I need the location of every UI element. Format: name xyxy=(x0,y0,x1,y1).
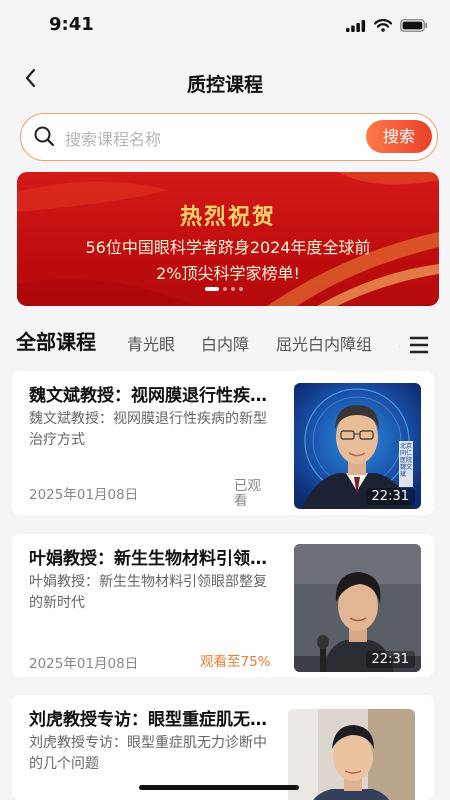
battery-icon xyxy=(400,19,428,32)
banner-title: 热烈祝贺 xyxy=(179,205,276,230)
course-description: 魏文斌教授：视网膜退行性疾病的新型治疗方式 xyxy=(29,411,267,448)
course-date: 2025年01月08日 xyxy=(29,487,139,503)
pagination-dot[interactable] xyxy=(231,287,235,291)
thumbnail-caption: 北京同仁医院 魏文斌 xyxy=(400,443,413,478)
course-date: 2025年01月08日 xyxy=(29,656,139,672)
promo-banner[interactable]: 热烈祝贺 56位中国眼科学者跻身2024年度全球前 2%顶尖科学家榜单! xyxy=(17,172,439,306)
wifi-icon xyxy=(374,19,392,32)
watch-status: 已观看 xyxy=(234,478,261,509)
banner-pagination xyxy=(205,287,243,291)
category-tabs: 全部课程 青光眼 白内障 屈光白内障组 视 xyxy=(0,320,450,360)
search-icon xyxy=(34,126,55,147)
course-thumbnail xyxy=(288,709,415,800)
tab-cataract[interactable]: 白内障 xyxy=(201,331,249,355)
course-card[interactable]: 魏文斌教授：视网膜退行性疾病的新型治疗方式 魏文斌教授：视网膜退行性疾病的新型治… xyxy=(12,371,434,515)
course-card[interactable]: 叶娟教授：新生生物材料引领眼部整复的新时代 叶娟教授：新生生物材料引领眼部整复的… xyxy=(12,534,434,677)
nav-bar: 质控课程 xyxy=(0,56,450,108)
video-duration: 22:31 xyxy=(365,651,415,668)
course-description: 叶娟教授：新生生物材料引领眼部整复的新时代 xyxy=(29,574,267,611)
pagination-dot[interactable] xyxy=(239,287,243,291)
page-title: 质控课程 xyxy=(186,74,263,96)
tab-glaucoma[interactable]: 青光眼 xyxy=(127,331,175,355)
status-bar: 9:41 xyxy=(0,0,450,48)
course-thumbnail: 北京同仁医院 魏文斌 22:31 xyxy=(294,383,421,509)
banner-subtitle-line1: 56位中国眼科学者跻身2024年度全球前 xyxy=(85,238,371,257)
course-title: 叶娟教授：新生生物材料引领眼部整复的新时代 xyxy=(29,549,279,569)
course-thumbnail: 22:31 xyxy=(294,544,421,672)
pagination-dot[interactable] xyxy=(223,287,227,291)
course-title: 刘虎教授专访：眼型重症肌无力诊断中的几个问题 xyxy=(29,710,279,730)
speaker-photo xyxy=(288,709,415,800)
pagination-dot[interactable] xyxy=(205,287,219,291)
banner-subtitle-line2: 2%顶尖科学家榜单! xyxy=(156,264,300,283)
menu-icon[interactable] xyxy=(400,334,428,356)
course-description: 刘虎教授专访：眼型重症肌无力诊断中的几个问题 xyxy=(29,735,267,772)
course-title: 魏文斌教授：视网膜退行性疾病的新型治疗方式 xyxy=(29,386,279,406)
status-time: 9:41 xyxy=(49,14,94,35)
watch-progress: 观看至75% xyxy=(200,654,271,670)
tab-refractive-cataract[interactable]: 屈光白内障组 xyxy=(276,331,372,355)
home-indicator xyxy=(139,785,299,790)
video-duration: 22:31 xyxy=(365,488,415,505)
search-button[interactable]: 搜索 xyxy=(366,120,432,153)
search-input[interactable]: 搜索课程名称 xyxy=(65,126,161,150)
signal-icon xyxy=(346,19,366,32)
tab-all-courses[interactable]: 全部课程 xyxy=(16,326,96,355)
search-bar: 搜索课程名称 搜索 xyxy=(20,113,438,161)
